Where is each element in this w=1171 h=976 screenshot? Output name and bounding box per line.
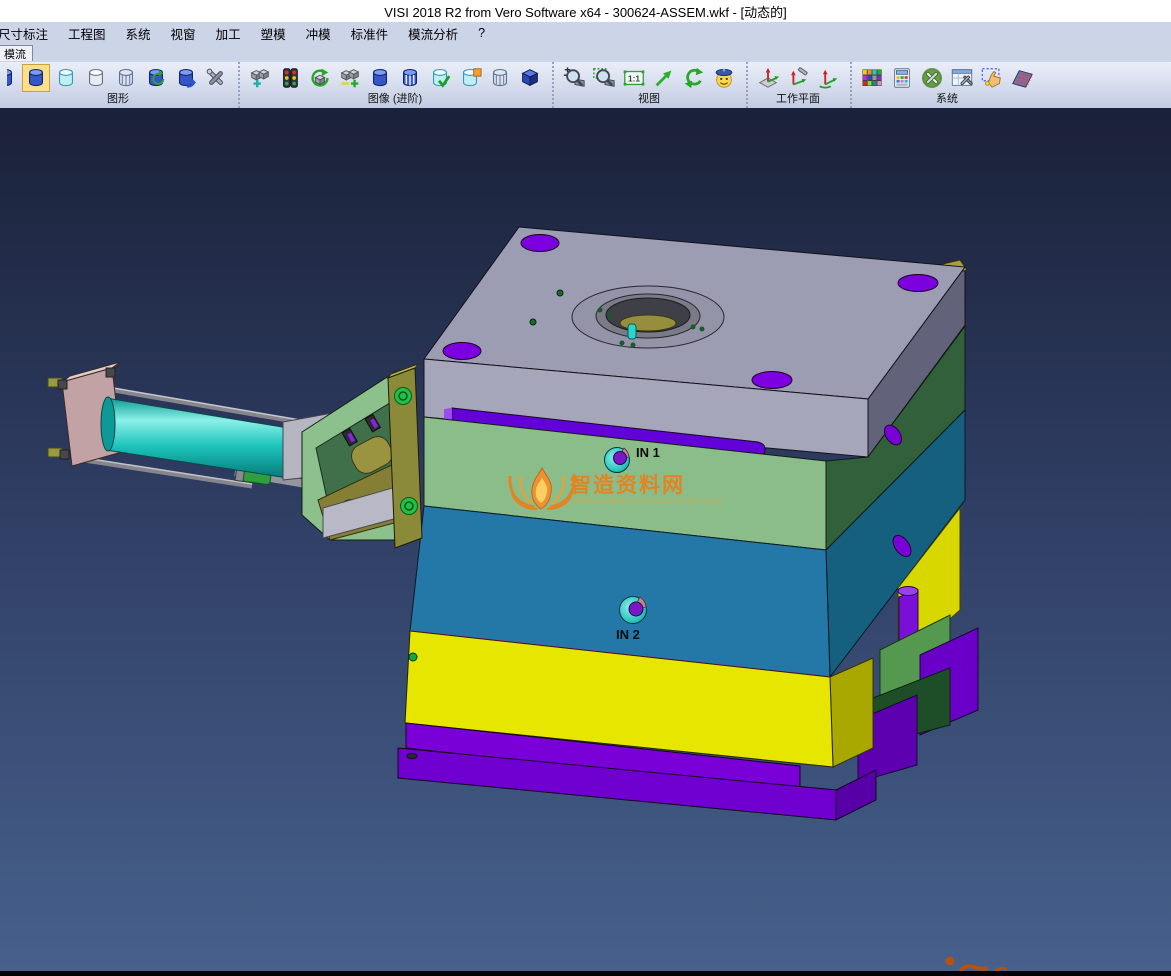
menu-item-5[interactable]: 塑模 — [251, 24, 296, 43]
clamp-hole — [898, 275, 938, 292]
toolbar-group-1: 图像 (进阶) — [238, 62, 550, 108]
menu-item-9[interactable]: ? — [468, 26, 495, 40]
toolbar-group-label-3: 工作平面 — [776, 93, 820, 106]
workplane-create-icon[interactable] — [754, 64, 782, 92]
zoom-actual-size-icon[interactable]: 1:1 — [620, 64, 648, 92]
display-shaded-partial-icon[interactable] — [6, 64, 20, 92]
clamp-hole — [521, 235, 559, 252]
support-plate-side — [830, 658, 873, 767]
toggle-solids-icon[interactable] — [336, 64, 364, 92]
toolbar-group-label-1: 图像 (进阶) — [368, 93, 422, 106]
window-title: VISI 2018 R2 from Vero Software x64 - 30… — [384, 2, 786, 21]
display-transparent-icon[interactable] — [52, 64, 80, 92]
locating-ring — [572, 286, 724, 348]
screw — [395, 388, 412, 405]
screw — [401, 498, 418, 515]
attributes-icon[interactable] — [888, 64, 916, 92]
menu-item-8[interactable]: 模流分析 — [398, 24, 468, 43]
menu-bar: 尺寸标注工程图系统视窗加工塑模冲模标准件模流分析? — [0, 22, 1171, 44]
solids-status-icon[interactable] — [276, 64, 304, 92]
in2-label: IN 2 — [616, 627, 640, 642]
screw — [530, 319, 536, 325]
refresh-graphics-icon[interactable] — [142, 64, 170, 92]
refresh-view-icon[interactable] — [680, 64, 708, 92]
toolbar-group-3: 工作平面 — [746, 62, 848, 108]
display-shaded-icon[interactable] — [22, 64, 50, 92]
regenerate-solids-icon[interactable] — [306, 64, 334, 92]
selection-filter-icon[interactable] — [978, 64, 1006, 92]
menu-item-3[interactable]: 视窗 — [161, 24, 206, 43]
workplane-align-icon[interactable] — [814, 64, 842, 92]
zoom-in-out-icon[interactable] — [560, 64, 588, 92]
zoom-window-icon[interactable] — [590, 64, 618, 92]
svg-text:1:1: 1:1 — [628, 74, 640, 84]
zoom-extents-icon[interactable] — [650, 64, 678, 92]
display-tools-icon[interactable] — [202, 64, 230, 92]
system-settings-icon[interactable] — [918, 64, 946, 92]
toolbar-group-label-4: 系统 — [936, 93, 958, 106]
menu-item-6[interactable]: 冲模 — [296, 24, 341, 43]
workplane-edit-icon[interactable] — [784, 64, 812, 92]
watermark-subtext: INTELLIGENT MANUFACTURING DATA — [572, 499, 723, 505]
tab-moldflow[interactable]: 模流 — [0, 45, 33, 61]
solid-wireframe-icon[interactable] — [486, 64, 514, 92]
sprue-pin — [628, 324, 636, 339]
toolbar-group-0: 图形 — [0, 62, 236, 108]
toolbar-group-label-0: 图形 — [107, 93, 129, 106]
screw — [557, 290, 563, 296]
solid-validate-icon[interactable] — [426, 64, 454, 92]
clamp-hole — [752, 372, 792, 389]
menu-item-0[interactable]: 尺寸标注 — [0, 24, 58, 43]
tab-moldflow-label: 模流 — [4, 46, 26, 62]
clamp-hole — [443, 343, 481, 360]
shaded-cube-icon[interactable] — [516, 64, 544, 92]
solid-striped-icon[interactable] — [396, 64, 424, 92]
color-palette-icon[interactable] — [858, 64, 886, 92]
window-title-bar: VISI 2018 R2 from Vero Software x64 - 30… — [0, 0, 1171, 22]
menu-item-4[interactable]: 加工 — [206, 24, 251, 43]
menu-item-2[interactable]: 系统 — [116, 24, 161, 43]
copy-display-icon[interactable] — [172, 64, 200, 92]
viewport[interactable]: IN 1 IN 2 智造资料网 INTELLIGENT MANUFACTURIN… — [0, 110, 1171, 971]
solid-reference-icon[interactable] — [456, 64, 484, 92]
keyboard-grid-icon[interactable] — [1008, 64, 1036, 92]
dynamic-view-icon[interactable] — [710, 64, 738, 92]
toolbar: 图形 图像 (进阶) 1:1 视图 工作平面 系统 — [0, 62, 1171, 108]
toolbar-group-2: 1:1 视图 — [552, 62, 744, 108]
in1-label: IN 1 — [636, 445, 660, 460]
window-settings-icon[interactable] — [948, 64, 976, 92]
screw — [409, 653, 417, 661]
solid-shaded-icon[interactable] — [366, 64, 394, 92]
toolbar-group-4: 系统 — [850, 62, 1042, 108]
menu-item-1[interactable]: 工程图 — [58, 24, 116, 43]
add-solids-icon[interactable] — [246, 64, 274, 92]
display-wireframe-icon[interactable] — [112, 64, 140, 92]
toolbar-group-label-2: 视图 — [638, 93, 660, 106]
display-ghost-icon[interactable] — [82, 64, 110, 92]
watermark-text: 智造资料网 — [570, 473, 685, 497]
menu-item-7[interactable]: 标准件 — [341, 24, 399, 43]
toolbar-tab-row: 模流 — [0, 44, 1171, 62]
